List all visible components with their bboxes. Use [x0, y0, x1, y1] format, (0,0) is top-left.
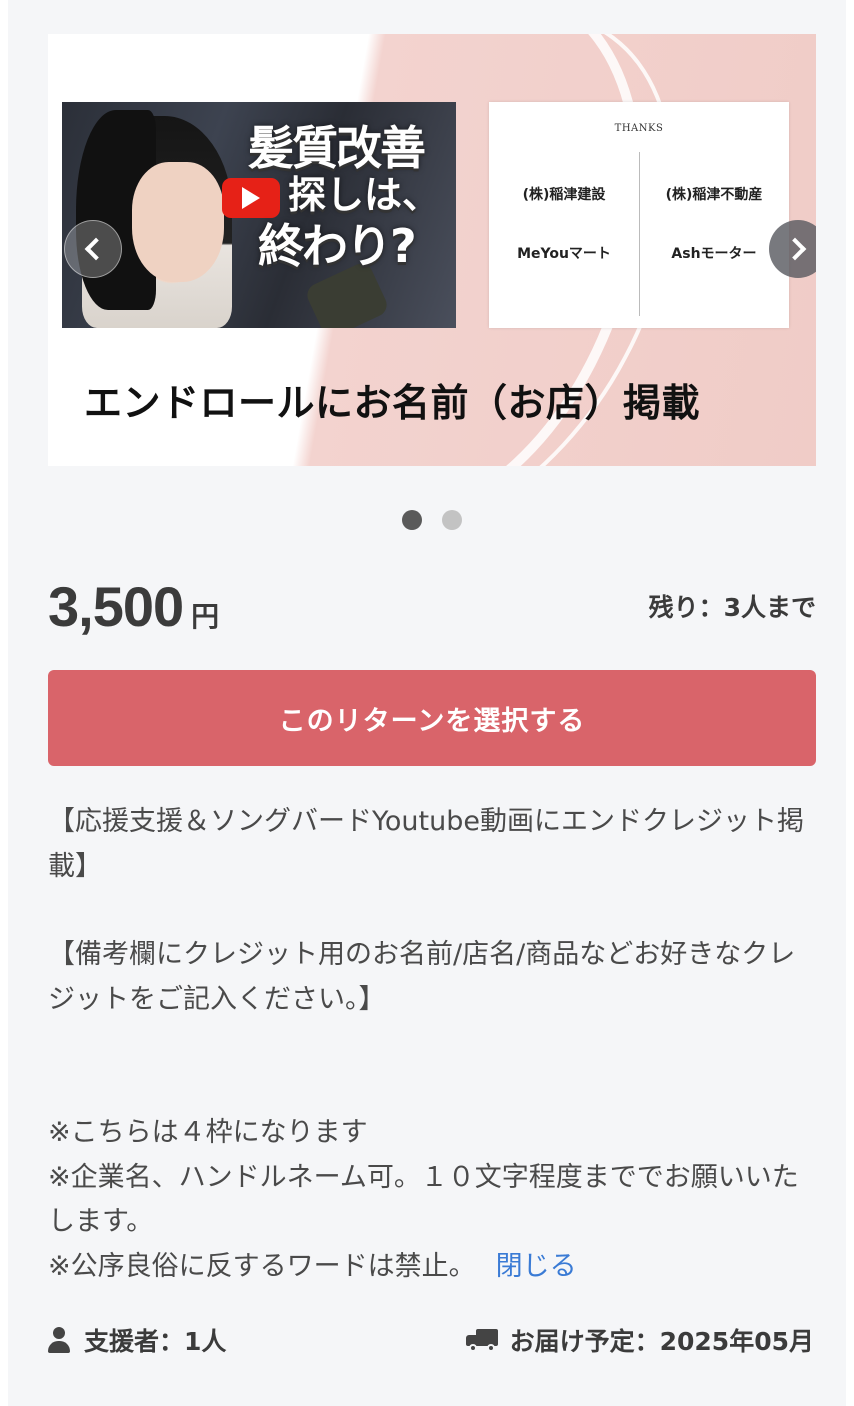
credits-divider — [639, 152, 640, 316]
reward-image-carousel[interactable]: 髪質改善 探しは、 終わり? THANKS (株)稲津建設 (株)稲津不動産 M… — [48, 34, 816, 466]
truck-icon — [465, 1327, 498, 1353]
video-thumbnail-image: 髪質改善 探しは、 終わり? — [62, 102, 456, 328]
carousel-prev-button[interactable] — [64, 220, 122, 278]
description-paragraph: 【応援支援＆ソングバードYoutube動画にエンドクレジット掲載】 — [48, 806, 804, 882]
chevron-right-icon — [783, 237, 807, 261]
user-icon — [48, 1327, 70, 1353]
description-notes: ※こちらは４枠になります ※企業名、ハンドルネーム可。１０文字程度まででお願いい… — [48, 1111, 808, 1289]
price-amount: 3,500 — [48, 575, 184, 638]
thumb-line-1: 髪質改善 — [248, 121, 426, 175]
credit-name: Ashモーター — [671, 246, 757, 262]
delivery-date: お届け予定：2025年05月 — [509, 1327, 814, 1356]
description-notes-text: ※こちらは４枠になります ※企業名、ハンドルネーム可。１０文字程度まででお願いい… — [48, 1117, 799, 1282]
thumb-line-2: 探しは、 — [288, 173, 441, 218]
price-unit: 円 — [191, 600, 220, 633]
reward-description: 【応援支援＆ソングバードYoutube動画にエンドクレジット掲載】 【備考欄にク… — [48, 800, 808, 1289]
description-paragraph: 【備考欄にクレジット用のお名前/店名/商品などお好きなクレジットをご記入ください… — [48, 939, 796, 1015]
carousel-pagination — [402, 510, 462, 530]
video-thumbnail-text: 髪質改善 探しは、 終わり? — [248, 121, 454, 274]
thumb-line-3: 終わり? — [258, 219, 417, 274]
thanks-title: THANKS — [614, 123, 664, 134]
credit-name: MeYouマート — [517, 246, 611, 262]
chevron-left-icon — [84, 237, 108, 261]
delivery-info: お届け予定：2025年05月 — [465, 1322, 814, 1358]
supporters-info: 支援者：1人 — [48, 1322, 226, 1358]
remaining-count: 残り：3人まで — [648, 593, 816, 622]
select-reward-button[interactable]: このリターンを選択する — [48, 670, 816, 766]
slide-caption: エンドロールにお名前（お店）掲載 — [84, 381, 701, 425]
thanks-credits-image: THANKS (株)稲津建設 (株)稲津不動産 MeYouマート Ashモーター — [489, 102, 789, 328]
carousel-dot-1[interactable] — [402, 510, 422, 530]
reward-card: 髪質改善 探しは、 終わり? THANKS (株)稲津建設 (株)稲津不動産 M… — [8, 0, 846, 1406]
credit-name: (株)稲津建設 — [522, 187, 606, 203]
reward-price: 3,500 円 — [48, 574, 219, 639]
carousel-dot-2[interactable] — [442, 510, 462, 530]
supporters-count: 支援者：1人 — [84, 1327, 227, 1356]
credit-name: (株)稲津不動産 — [665, 187, 763, 203]
woman-face — [132, 162, 224, 282]
close-description-link[interactable]: 閉じる — [496, 1251, 577, 1282]
